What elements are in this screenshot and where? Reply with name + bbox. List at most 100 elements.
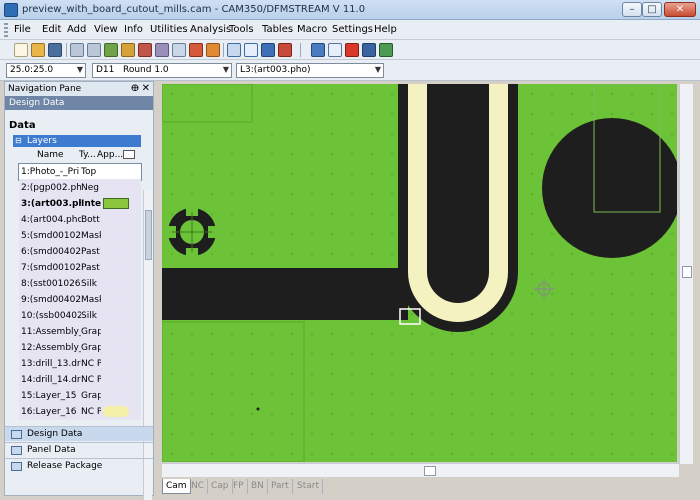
grid-icon[interactable] — [227, 43, 241, 57]
collapse-icon[interactable]: ⊟ — [15, 135, 22, 147]
layer-name: 13:drill_13.drl — [21, 359, 81, 369]
redo-icon[interactable] — [87, 43, 101, 57]
menu-info[interactable]: Info — [124, 24, 143, 35]
zoom-icon[interactable] — [138, 43, 152, 57]
layer-color-swatch[interactable] — [103, 214, 129, 225]
layer-color-swatch[interactable] — [103, 182, 129, 193]
cam-canvas[interactable] — [162, 84, 677, 462]
snap-icon[interactable] — [244, 43, 258, 57]
layer-row[interactable]: 1:Photo_-_Pri Top — [18, 163, 142, 181]
layer-row[interactable]: 15:Layer_15 Grap — [19, 388, 141, 404]
move-icon[interactable] — [311, 43, 325, 57]
layer-row[interactable]: 7:(smd001023 Past — [19, 260, 141, 276]
layers-icon[interactable] — [189, 43, 203, 57]
layer-row[interactable]: 11:Assembly_TGrap — [19, 324, 141, 340]
release-package-icon — [11, 462, 22, 471]
open-icon[interactable] — [31, 43, 45, 57]
layer-row[interactable]: 10:(ssb004025Silk — [19, 308, 141, 324]
horizontal-scrollbar[interactable] — [162, 463, 679, 477]
footer-panel-data[interactable]: Panel Data — [5, 442, 153, 457]
delete-icon[interactable] — [345, 43, 359, 57]
save-icon[interactable] — [48, 43, 62, 57]
layer-color-swatch[interactable] — [103, 374, 129, 385]
layer-color-swatch[interactable] — [103, 342, 129, 353]
layer-type: Grap — [81, 391, 101, 401]
layer-color-swatch[interactable] — [103, 230, 129, 241]
tab-nc[interactable]: NC — [188, 479, 209, 494]
layer-color-swatch[interactable] — [103, 198, 129, 209]
column-appearance[interactable]: App... — [97, 148, 123, 162]
dcode-combo[interactable]: D11 Round 1.0 ▼ — [92, 63, 232, 78]
nav-close-icon[interactable]: ✕ — [142, 82, 150, 96]
menu-edit[interactable]: Edit — [42, 24, 61, 35]
layer-row[interactable]: 9:(smd004028.pMask — [19, 292, 141, 308]
layer-color-swatch[interactable] — [103, 278, 129, 289]
menu-view[interactable]: View — [94, 24, 118, 35]
menu-file[interactable]: File — [14, 24, 31, 35]
menu-add[interactable]: Add — [67, 24, 86, 35]
tab-part[interactable]: Part — [268, 479, 293, 494]
layer-combo[interactable]: L3:(art003.pho) ▼ — [236, 63, 384, 78]
tab-fp[interactable]: FP — [230, 479, 248, 494]
minimize-button[interactable]: – — [622, 2, 642, 17]
layer-row[interactable]: 6:(smd004022 Past — [19, 244, 141, 260]
layer-color-swatch[interactable] — [103, 246, 129, 257]
layers-group[interactable]: ⊟ Layers — [13, 135, 141, 147]
layer-color-swatch[interactable] — [103, 262, 129, 273]
menu-help[interactable]: Help — [374, 24, 397, 35]
menu-settings[interactable]: Settings — [332, 24, 373, 35]
zoom-fit-icon[interactable] — [172, 43, 186, 57]
tab-bn[interactable]: BN — [248, 479, 268, 494]
colors-icon[interactable] — [261, 43, 275, 57]
layer-row[interactable]: 2:(pgp002.pho Neg — [19, 180, 141, 196]
layer-color-swatch[interactable] — [103, 390, 129, 401]
layer-row[interactable]: 4:(art004.pho) Bott — [19, 212, 141, 228]
layer-color-swatch[interactable] — [103, 326, 129, 337]
maximize-button[interactable]: □ — [642, 2, 662, 17]
horizontal-scrollbar-thumb[interactable] — [424, 466, 436, 476]
column-name[interactable]: Name — [37, 148, 64, 162]
vertical-scrollbar[interactable] — [679, 84, 693, 464]
close-button[interactable]: ✕ — [664, 2, 696, 17]
menu-tables[interactable]: Tables — [262, 24, 293, 35]
tab-cap[interactable]: Cap — [208, 479, 233, 494]
layer-row[interactable]: 13:drill_13.drl NC P — [19, 356, 141, 372]
mirror-icon[interactable] — [379, 43, 393, 57]
vertical-scrollbar-thumb[interactable] — [682, 266, 692, 278]
layer-row[interactable]: 16:Layer_16 NC P — [19, 404, 141, 420]
grid-combo[interactable]: 25.0:25.0 ▼ — [6, 63, 86, 78]
menu-macro[interactable]: Macro — [297, 24, 327, 35]
layer-row[interactable]: 5:(smd001021.pMask — [19, 228, 141, 244]
layer-cloud-icon[interactable] — [103, 406, 129, 417]
menu-analysis[interactable]: Analysis — [190, 24, 231, 35]
footer-release-package[interactable]: Release Package — [5, 458, 153, 473]
column-type[interactable]: Ty... — [79, 148, 96, 162]
footer-design-data[interactable]: Design Data — [5, 426, 153, 441]
menu-tools[interactable]: Tools — [229, 24, 254, 35]
menu-utilities[interactable]: Utilities — [150, 24, 188, 35]
tab-cam[interactable]: Cam — [162, 479, 191, 494]
rotate-icon[interactable] — [362, 43, 376, 57]
layer-row[interactable]: 14:drill_14.drl NC P — [19, 372, 141, 388]
pin-icon[interactable]: ⴲ — [131, 82, 139, 96]
new-icon[interactable] — [14, 43, 28, 57]
layer-row[interactable]: 3:(art003.ph Inte — [19, 196, 141, 212]
recall-icon[interactable] — [104, 43, 118, 57]
menu-grip — [4, 23, 8, 37]
undo-icon[interactable] — [70, 43, 84, 57]
layer-type: NC P — [81, 359, 101, 369]
layer-color-swatch[interactable] — [103, 166, 129, 177]
layer-color-swatch[interactable] — [103, 294, 129, 305]
nav-scrollbar-thumb[interactable] — [145, 210, 152, 260]
pan-icon[interactable] — [155, 43, 169, 57]
tab-start[interactable]: Start — [294, 479, 323, 494]
chevron-down-icon: ▼ — [374, 65, 381, 74]
window-icon[interactable] — [121, 43, 135, 57]
layer-color-swatch[interactable] — [103, 358, 129, 369]
layer-row[interactable]: 12:Assembly_BGrap — [19, 340, 141, 356]
layer-color-swatch[interactable] — [103, 310, 129, 321]
layer-row[interactable]: 8:(sst001026.pSilk — [19, 276, 141, 292]
compare-icon[interactable] — [206, 43, 220, 57]
pointer-icon[interactable] — [278, 43, 292, 57]
copy-icon[interactable] — [328, 43, 342, 57]
